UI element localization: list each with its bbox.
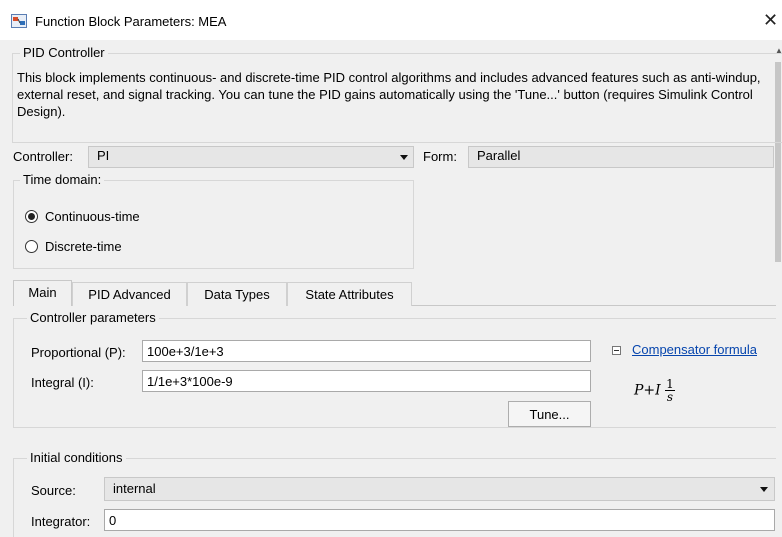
- continuous-time-label[interactable]: Continuous-time: [45, 209, 140, 224]
- form-label: Form:: [423, 149, 457, 164]
- compensator-formula: P+I 1 s: [634, 378, 675, 403]
- integrator-label: Integrator:: [31, 514, 91, 529]
- time-domain-group: [13, 180, 414, 269]
- integral-input[interactable]: [142, 370, 591, 392]
- tab-pid-advanced[interactable]: PID Advanced: [72, 282, 187, 306]
- window-title: Function Block Parameters: MEA: [35, 14, 227, 29]
- integral-label: Integral (I):: [31, 375, 94, 390]
- formula-i: I: [655, 382, 661, 399]
- time-domain-label: Time domain:: [20, 172, 105, 187]
- form-select-value: Parallel: [477, 148, 521, 163]
- integrator-input[interactable]: [104, 509, 775, 531]
- tune-button[interactable]: Tune...: [508, 401, 591, 427]
- initial-conditions-label: Initial conditions: [27, 450, 126, 465]
- source-select-value: internal: [113, 481, 156, 496]
- controller-select-value: PI: [97, 148, 110, 163]
- formula-plus: +: [643, 382, 656, 399]
- chevron-down-icon: [760, 487, 768, 492]
- continuous-time-radio[interactable]: [25, 210, 38, 223]
- tab-state-attributes[interactable]: State Attributes: [287, 282, 412, 306]
- block-description: This block implements continuous- and di…: [17, 70, 761, 119]
- proportional-label: Proportional (P):: [31, 345, 126, 360]
- controller-label: Controller:: [13, 149, 73, 164]
- form-select[interactable]: Parallel: [468, 146, 774, 168]
- tab-data-types[interactable]: Data Types: [187, 282, 287, 306]
- compensator-formula-link[interactable]: Compensator formula: [632, 342, 757, 357]
- formula-p: P: [634, 382, 644, 399]
- source-select[interactable]: internal: [104, 477, 775, 501]
- controller-select[interactable]: PI: [88, 146, 414, 168]
- discrete-time-radio[interactable]: [25, 240, 38, 253]
- source-label: Source:: [31, 483, 76, 498]
- formula-denominator: s: [666, 390, 674, 404]
- chevron-down-icon: [400, 155, 408, 160]
- tab-main[interactable]: Main: [13, 280, 72, 306]
- controller-parameters-label: Controller parameters: [27, 310, 159, 325]
- formula-fraction: 1 s: [665, 378, 675, 403]
- block-name: PID Controller: [20, 45, 108, 60]
- close-icon[interactable]: ✕: [763, 10, 778, 31]
- collapse-minus-icon[interactable]: [612, 346, 621, 355]
- discrete-time-label[interactable]: Discrete-time: [45, 239, 122, 254]
- simulink-block-icon: [11, 14, 27, 28]
- proportional-input[interactable]: [142, 340, 591, 362]
